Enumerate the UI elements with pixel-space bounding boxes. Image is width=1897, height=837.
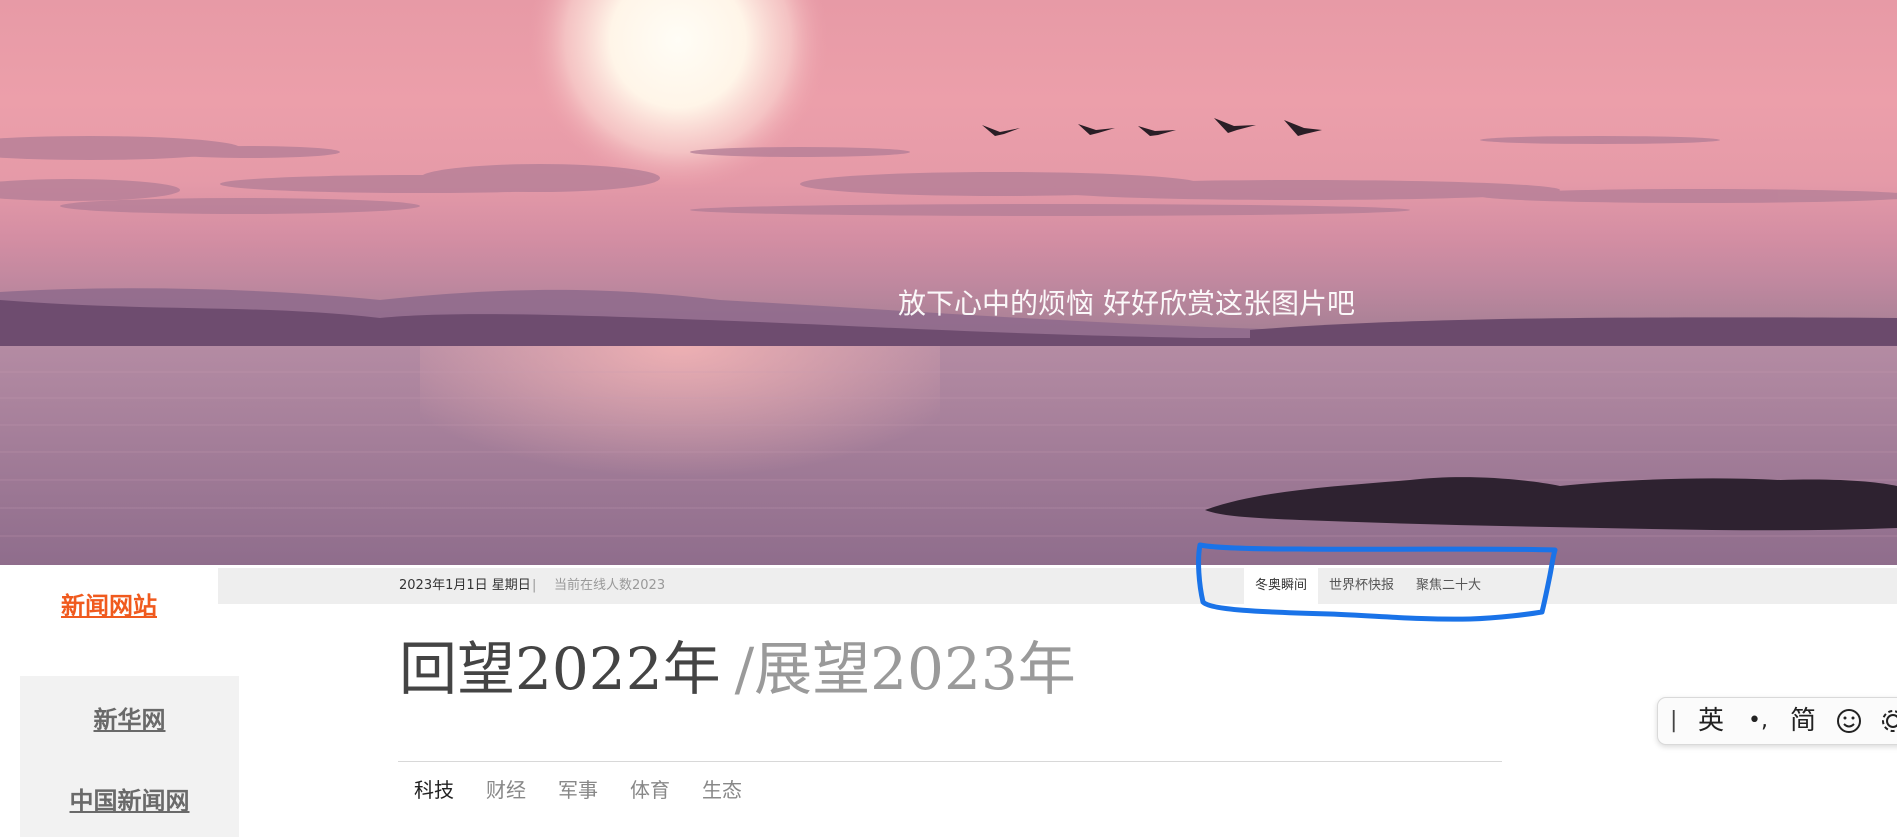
divider [398, 761, 1502, 762]
smile-icon[interactable] [1836, 698, 1862, 744]
headline-review: 回望2022年 [399, 635, 721, 703]
headline-outlook: /展望2023年 [734, 635, 1076, 703]
info-bar: 2023年1月1日 星期日 | 当前在线人数2023 冬奥瞬间 世界杯快报 聚焦… [218, 568, 1897, 604]
page-headline: 回望2022年/展望2023年 [399, 622, 1076, 706]
hero-caption-text: 放下心中的烦恼 好好欣赏这张图片吧 [898, 287, 1355, 320]
quick-tab-20th-congress[interactable]: 聚焦二十大 [1405, 568, 1492, 604]
ime-language-toggle[interactable]: 英 [1698, 698, 1724, 744]
link-chinanews[interactable]: 中国新闻网 [20, 781, 239, 816]
quick-tab-winter-olympics[interactable]: 冬奥瞬间 [1244, 568, 1319, 604]
info-separator: | [532, 578, 537, 593]
ime-charset-toggle[interactable]: 简 [1790, 698, 1816, 744]
online-count: 当前在线人数2023 [554, 578, 666, 593]
site-title-link[interactable]: 新闻网站 [0, 586, 218, 621]
tab-military[interactable]: 军事 [558, 774, 598, 803]
hero-banner: 放下心中的烦恼 好好欣赏这张图片吧 [0, 0, 1897, 565]
tab-finance[interactable]: 财经 [486, 774, 526, 803]
ime-toolbar: | 英 •, 简 [1657, 697, 1897, 745]
friend-links-panel: 新华网 中国新闻网 [20, 676, 239, 837]
quick-tabs: 冬奥瞬间 世界杯快报 聚焦二十大 [1244, 568, 1492, 604]
current-date: 2023年1月1日 星期日 [399, 578, 531, 593]
ime-punctuation-toggle[interactable]: •, [1748, 698, 1768, 744]
tab-sports[interactable]: 体育 [630, 774, 670, 803]
tab-tech[interactable]: 科技 [414, 774, 454, 803]
quick-tab-world-cup[interactable]: 世界杯快报 [1318, 568, 1405, 604]
ime-cursor: | [1670, 708, 1678, 733]
category-tabs: 科技 财经 军事 体育 生态 [414, 774, 774, 803]
link-xinhua[interactable]: 新华网 [20, 700, 239, 735]
gear-icon[interactable] [1880, 698, 1897, 744]
hero-caption: 放下心中的烦恼 好好欣赏这张图片吧 [0, 282, 1897, 322]
tab-ecology[interactable]: 生态 [702, 774, 742, 803]
